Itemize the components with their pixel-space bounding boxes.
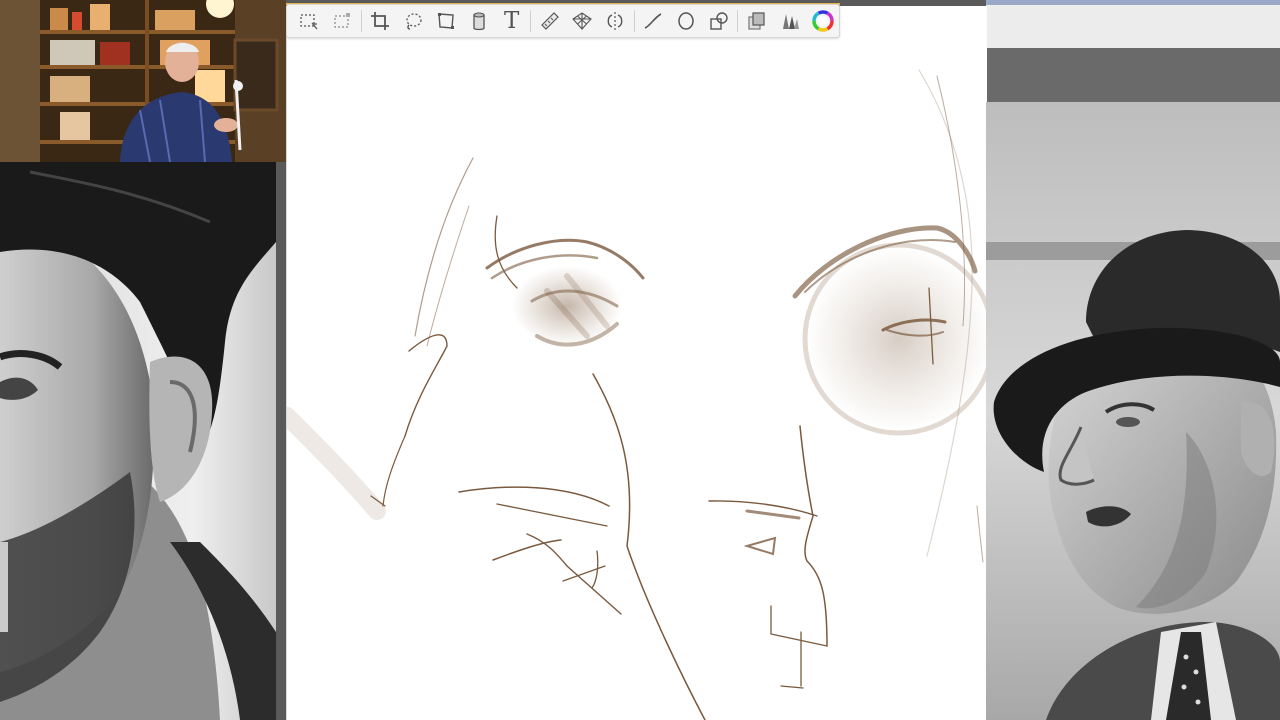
color-wheel-icon[interactable]: [806, 6, 839, 36]
ellipse-icon[interactable]: [670, 6, 703, 36]
symmetry-icon[interactable]: [599, 6, 632, 36]
curve-icon[interactable]: [637, 6, 670, 36]
text-tool-icon[interactable]: T: [495, 6, 528, 36]
brush-library-icon[interactable]: [773, 6, 806, 36]
perspective-grid-icon[interactable]: [566, 6, 599, 36]
app-panel-header: [986, 48, 1280, 102]
layers-icon[interactable]: [740, 6, 773, 36]
perspective-crop-icon[interactable]: [430, 6, 463, 36]
sketch-layer: [287, 69, 987, 720]
marquee-select-icon[interactable]: [293, 6, 326, 36]
crop-icon[interactable]: [364, 6, 397, 36]
toolbar-separator: [737, 10, 739, 32]
toolbar-separator: [360, 10, 362, 32]
app-titlebar: [986, 0, 1280, 49]
ruler-icon[interactable]: [533, 6, 566, 36]
reference-photo-right[interactable]: [986, 102, 1280, 720]
transform-select-icon[interactable]: [326, 6, 359, 36]
drawing-canvas[interactable]: [286, 6, 987, 720]
fill-bucket-icon[interactable]: [462, 6, 495, 36]
toolbar-separator: [633, 10, 635, 32]
app-titlebar-accent: [986, 0, 1280, 5]
text-tool-glyph: T: [504, 7, 520, 34]
webcam-feed: [0, 0, 286, 162]
toolbar-separator: [530, 10, 532, 32]
reference-photo-left[interactable]: [0, 162, 276, 720]
lasso-icon[interactable]: [397, 6, 430, 36]
shapes-icon[interactable]: [703, 6, 736, 36]
toolbar: T: [286, 4, 840, 38]
